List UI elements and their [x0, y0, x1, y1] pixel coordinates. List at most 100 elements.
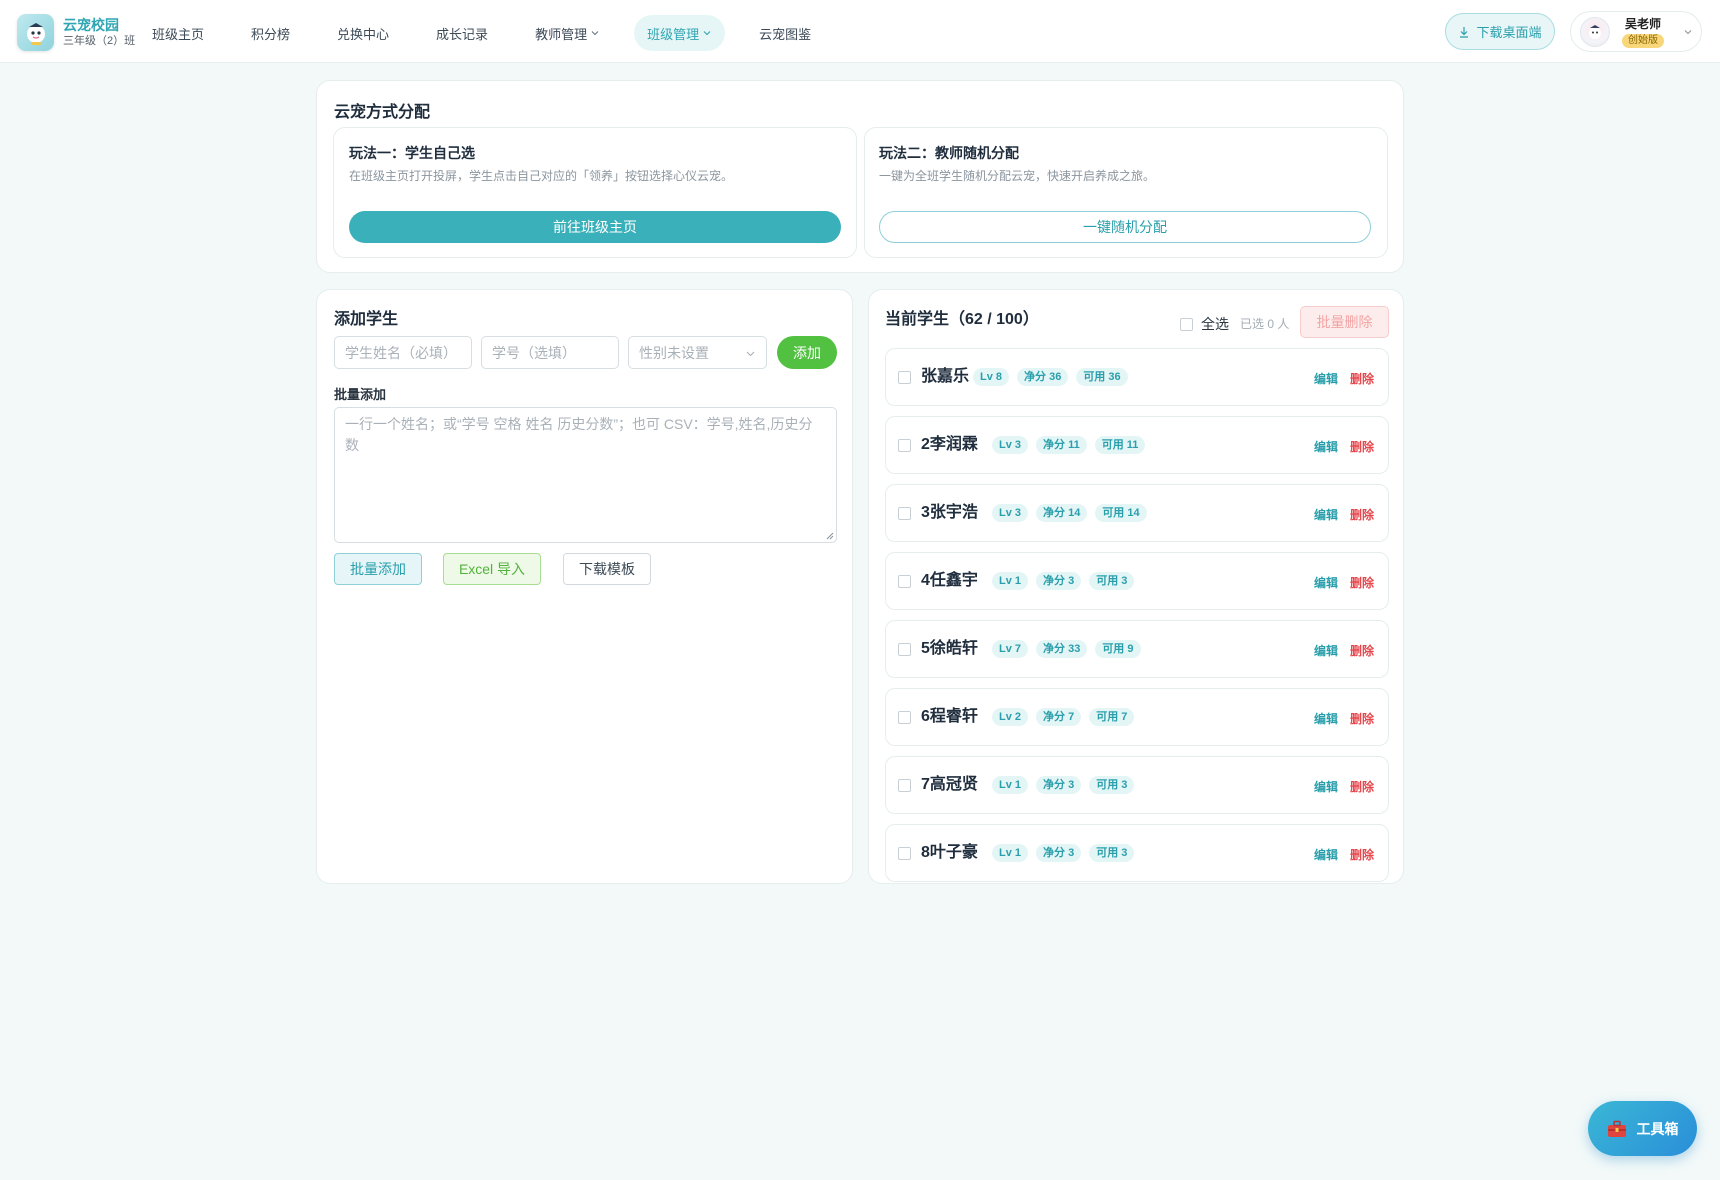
level-tag: Lv 1	[992, 776, 1029, 794]
resize-handle-icon[interactable]	[826, 532, 834, 540]
logo-icon	[17, 14, 54, 51]
option-student-choose: 玩法一：学生自己选 在班级主页打开投屏，学生点击自己对应的「领养」按钮选择心仪云…	[333, 127, 857, 258]
section-title: 当前学生（62 / 100）	[885, 311, 1039, 328]
student-id-input[interactable]: 学号（选填）	[481, 336, 619, 369]
edit-link[interactable]: 编辑	[1314, 574, 1338, 591]
delete-link[interactable]: 删除	[1350, 778, 1374, 795]
available-score-tag: 可用 14	[1095, 504, 1147, 522]
delete-link[interactable]: 删除	[1350, 438, 1374, 455]
row-checkbox[interactable]	[898, 643, 911, 656]
edit-link[interactable]: 编辑	[1314, 438, 1338, 455]
student-name: 6程睿轩	[921, 708, 978, 725]
brand[interactable]: 云宠校园 三年级（2）班	[17, 14, 135, 51]
placeholder: 一行一个姓名；或“学号 空格 姓名 历史分数”；也可 CSV：学号,姓名,历史分…	[345, 416, 813, 453]
batch-add-label: 批量添加	[334, 387, 387, 402]
download-desktop-button[interactable]: 下载桌面端	[1445, 13, 1555, 50]
delete-link[interactable]: 删除	[1350, 370, 1374, 387]
placeholder: 学号（选填）	[492, 344, 576, 361]
student-row: 8叶子豪 Lv 1 净分 3 可用 3 编辑 删除	[885, 824, 1389, 882]
gender-select[interactable]: 性别未设置	[628, 336, 767, 369]
edit-link[interactable]: 编辑	[1314, 370, 1338, 387]
download-icon	[1460, 26, 1469, 38]
row-checkbox[interactable]	[898, 711, 911, 724]
go-class-home-button[interactable]: 前往班级主页	[349, 211, 841, 243]
excel-import-button[interactable]: Excel 导入	[443, 553, 541, 585]
student-row: 4任鑫宇 Lv 1 净分 3 可用 3 编辑 删除	[885, 552, 1389, 610]
available-score-tag: 可用 3	[1089, 776, 1135, 794]
student-row: 6程睿轩 Lv 2 净分 7 可用 7 编辑 删除	[885, 688, 1389, 746]
option-desc: 在班级主页打开投屏，学生点击自己对应的「领养」按钮选择心仪云宠。	[349, 169, 734, 183]
batch-add-button[interactable]: 批量添加	[334, 553, 422, 585]
add-student-card: 添加学生 学生姓名（必填） 学号（选填） 性别未设置 添加 批量添加 一行一个姓…	[316, 289, 853, 884]
available-score-tag: 可用 7	[1089, 708, 1135, 726]
top-navbar: 云宠校园 三年级（2）班 班级主页 积分榜 兑换中心 成长记录 教师管理 班级管…	[0, 0, 1720, 63]
student-row: 7高冠贤 Lv 1 净分 3 可用 3 编辑 删除	[885, 756, 1389, 814]
nav-leaderboard[interactable]: 积分榜	[238, 15, 303, 51]
edit-link[interactable]: 编辑	[1314, 642, 1338, 659]
nav-class-home[interactable]: 班级主页	[138, 15, 217, 51]
brand-name: 云宠校园	[63, 17, 119, 33]
option-title: 玩法一：学生自己选	[349, 145, 475, 161]
toolbox-icon	[1607, 1120, 1626, 1137]
edit-link[interactable]: 编辑	[1314, 846, 1338, 863]
available-score-tag: 可用 11	[1094, 436, 1146, 454]
student-name: 3张宇浩	[921, 504, 978, 521]
row-checkbox[interactable]	[898, 779, 911, 792]
batch-delete-button[interactable]: 批量删除	[1300, 306, 1389, 338]
edit-link[interactable]: 编辑	[1314, 778, 1338, 795]
download-template-button[interactable]: 下载模板	[563, 553, 651, 585]
chevron-down-icon	[746, 351, 755, 357]
nav-exchange-center[interactable]: 兑换中心	[324, 15, 402, 51]
delete-link[interactable]: 删除	[1350, 642, 1374, 659]
select-all-checkbox[interactable]: 全选	[1180, 314, 1229, 334]
level-tag: Lv 7	[992, 640, 1029, 658]
net-score-tag: 净分 7	[1036, 708, 1082, 726]
nav-label: 班级管理	[647, 26, 700, 42]
user-name: 吴老师	[1624, 17, 1661, 31]
student-name-input[interactable]: 学生姓名（必填）	[334, 336, 472, 369]
batch-add-textarea[interactable]: 一行一个姓名；或“学号 空格 姓名 历史分数”；也可 CSV：学号,姓名,历史分…	[334, 407, 837, 543]
row-checkbox[interactable]	[898, 575, 911, 588]
available-score-tag: 可用 3	[1089, 844, 1135, 862]
edit-link[interactable]: 编辑	[1314, 506, 1338, 523]
level-tag: Lv 8	[973, 368, 1010, 386]
student-row: 3张宇浩 Lv 3 净分 14 可用 14 编辑 删除	[885, 484, 1389, 542]
user-menu[interactable]: 吴老师 创始版	[1570, 11, 1702, 52]
option-desc: 一键为全班学生随机分配云宠，快速开启养成之旅。	[879, 169, 1156, 183]
add-student-button[interactable]: 添加	[777, 336, 837, 369]
level-tag: Lv 3	[992, 436, 1029, 454]
row-checkbox[interactable]	[898, 507, 911, 520]
pet-distribution-card: 云宠方式分配 玩法一：学生自己选 在班级主页打开投屏，学生点击自己对应的「领养」…	[316, 80, 1404, 273]
nav-label: 教师管理	[535, 26, 588, 42]
edit-link[interactable]: 编辑	[1314, 710, 1338, 727]
row-checkbox[interactable]	[898, 439, 911, 452]
delete-link[interactable]: 删除	[1350, 710, 1374, 727]
checkbox[interactable]	[1180, 317, 1193, 331]
student-name: 4任鑫宇	[921, 572, 978, 589]
nav-teacher-management[interactable]: 教师管理	[522, 15, 613, 51]
student-rows: 张嘉乐 Lv 8 净分 36 可用 36 编辑 删除 2李润霖 Lv 3 净分 …	[885, 348, 1389, 883]
available-score-tag: 可用 9	[1095, 640, 1141, 658]
placeholder: 学生姓名（必填）	[345, 344, 457, 361]
random-assign-button[interactable]: 一键随机分配	[879, 211, 1371, 243]
delete-link[interactable]: 删除	[1350, 506, 1374, 523]
chevron-down-icon	[1684, 30, 1692, 35]
nav-label: 兑换中心	[337, 26, 390, 42]
available-score-tag: 可用 36	[1076, 368, 1128, 386]
delete-link[interactable]: 删除	[1350, 574, 1374, 591]
nav-pet-gallery[interactable]: 云宠图鉴	[746, 15, 824, 51]
option-title: 玩法二：教师随机分配	[879, 145, 1019, 161]
student-name: 8叶子豪	[921, 844, 978, 861]
main-nav: 班级主页 积分榜 兑换中心 成长记录 教师管理 班级管理 云宠图鉴	[152, 15, 845, 51]
net-score-tag: 净分 36	[1017, 368, 1069, 386]
row-checkbox[interactable]	[898, 371, 911, 384]
nav-class-management[interactable]: 班级管理	[634, 15, 726, 51]
toolbox-button[interactable]: 工具箱	[1588, 1101, 1697, 1156]
student-name: 张嘉乐	[921, 368, 970, 385]
row-checkbox[interactable]	[898, 847, 911, 860]
nav-label: 云宠图鉴	[759, 26, 812, 42]
brand-class-name: 三年级（2）班	[63, 34, 136, 47]
student-row: 2李润霖 Lv 3 净分 11 可用 11 编辑 删除	[885, 416, 1389, 474]
delete-link[interactable]: 删除	[1350, 846, 1374, 863]
nav-growth-records[interactable]: 成长记录	[423, 15, 501, 51]
